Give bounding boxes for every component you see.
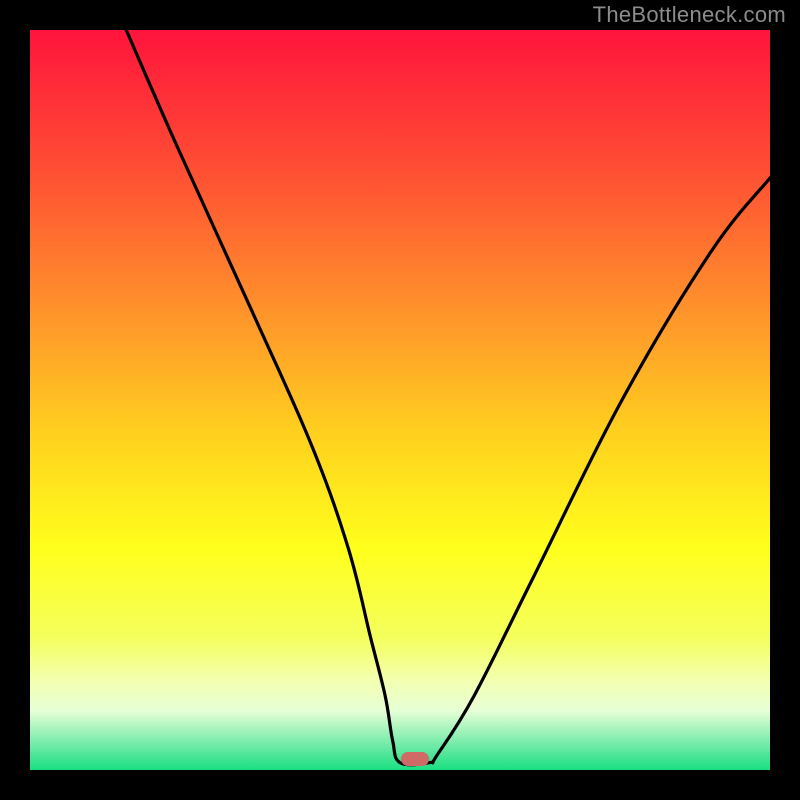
watermark-text: TheBottleneck.com: [593, 2, 786, 28]
plot-area: [30, 30, 770, 770]
optimum-marker: [401, 752, 429, 766]
plot-svg: [30, 30, 770, 770]
gradient-rect: [30, 30, 770, 770]
chart-frame: TheBottleneck.com: [0, 0, 800, 800]
